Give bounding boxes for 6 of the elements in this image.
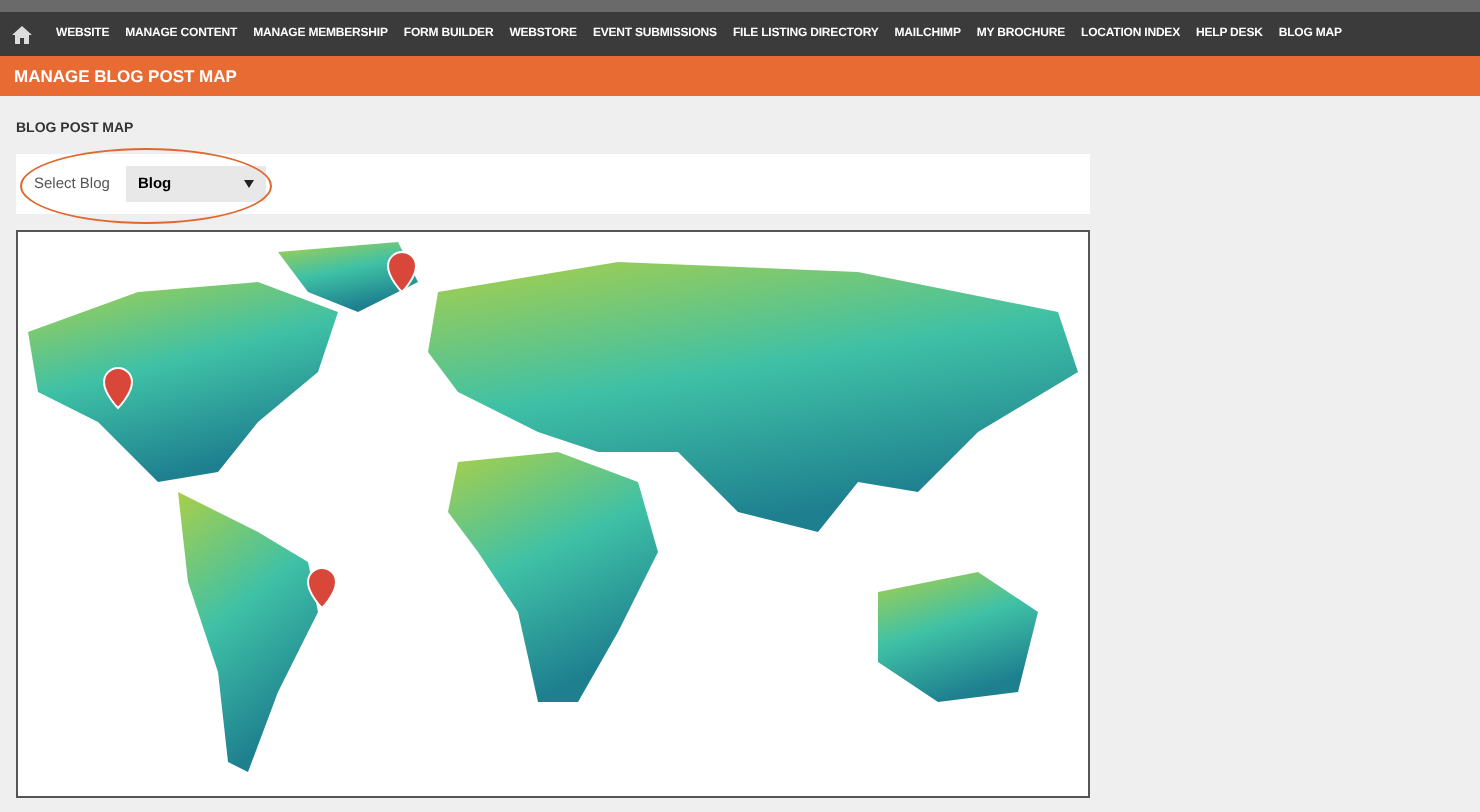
map-pin-icon [387,250,417,292]
map-pin-icon [307,566,337,608]
page-title: MANAGE BLOG POST MAP [0,56,1480,96]
map-pin-icon [103,366,133,408]
caret-icon [243,179,254,187]
home-icon[interactable] [12,25,32,43]
